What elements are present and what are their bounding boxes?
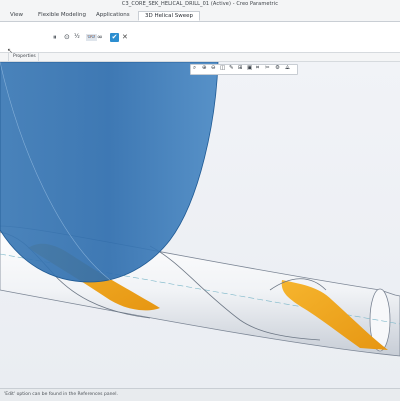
- display-style-icon[interactable]: ▣: [247, 65, 252, 72]
- status-message: 'Edit' option can be found in the Refere…: [4, 392, 118, 397]
- reorient-icon[interactable]: ✎: [229, 65, 234, 72]
- sweep-surface: [0, 62, 219, 283]
- status-bar: 'Edit' option can be found in the Refere…: [0, 388, 400, 401]
- glasses-icon[interactable]: 👓: [86, 34, 97, 41]
- perspective-icon[interactable]: ⟁: [285, 65, 290, 72]
- tab-flexible-modeling[interactable]: Flexible Modeling: [38, 12, 86, 18]
- zoom-out-icon[interactable]: ⊖: [211, 65, 216, 72]
- preview-icon[interactable]: ⊙: [64, 34, 70, 41]
- model-3d-view[interactable]: [0, 62, 400, 388]
- tab-view[interactable]: View: [10, 12, 23, 18]
- tab-applications[interactable]: Applications: [96, 12, 130, 18]
- graphics-window[interactable]: ⌕ ⊕ ⊖ ◫ ✎ ⊞ ▣ ⌗ ✂ ⚙ ⟁: [0, 62, 400, 388]
- view-icon[interactable]: ∞: [97, 34, 103, 41]
- zoom-fit-icon[interactable]: ⌕: [193, 65, 196, 72]
- spin-center-icon[interactable]: ⚙: [275, 65, 280, 72]
- properties-panel-tab[interactable]: Properties: [13, 54, 36, 59]
- tab-3d-helical-sweep[interactable]: 3D Helical Sweep: [138, 11, 200, 21]
- annotation-icon[interactable]: ✂: [265, 65, 270, 72]
- dashboard-panels: Properties: [0, 53, 400, 62]
- window-title: C3_CORE_SEK_HELICAL_DRILL_01 (Active) - …: [121, 1, 279, 7]
- pause-icon[interactable]: ⏸: [53, 34, 57, 41]
- verify-icon[interactable]: ½: [74, 34, 80, 40]
- ribbon-tabs: View Flexible Modeling Applications 3D H…: [0, 10, 400, 22]
- zoom-in-icon[interactable]: ⊕: [202, 65, 207, 72]
- datum-display-icon[interactable]: ⌗: [256, 65, 259, 72]
- graphics-toolbar: ⌕ ⊕ ⊖ ◫ ✎ ⊞ ▣ ⌗ ✂ ⚙ ⟁: [190, 64, 298, 75]
- repaint-icon[interactable]: ◫: [220, 65, 225, 72]
- ok-button[interactable]: ✔: [110, 33, 119, 42]
- title-bar: C3_CORE_SEK_HELICAL_DRILL_01 (Active) - …: [0, 0, 400, 10]
- cancel-button[interactable]: ✕: [122, 33, 128, 41]
- saved-views-icon[interactable]: ⊞: [238, 65, 243, 72]
- ribbon-panel: ↖ ⏸ ⊙ ½ 👓 ∞: [0, 22, 400, 55]
